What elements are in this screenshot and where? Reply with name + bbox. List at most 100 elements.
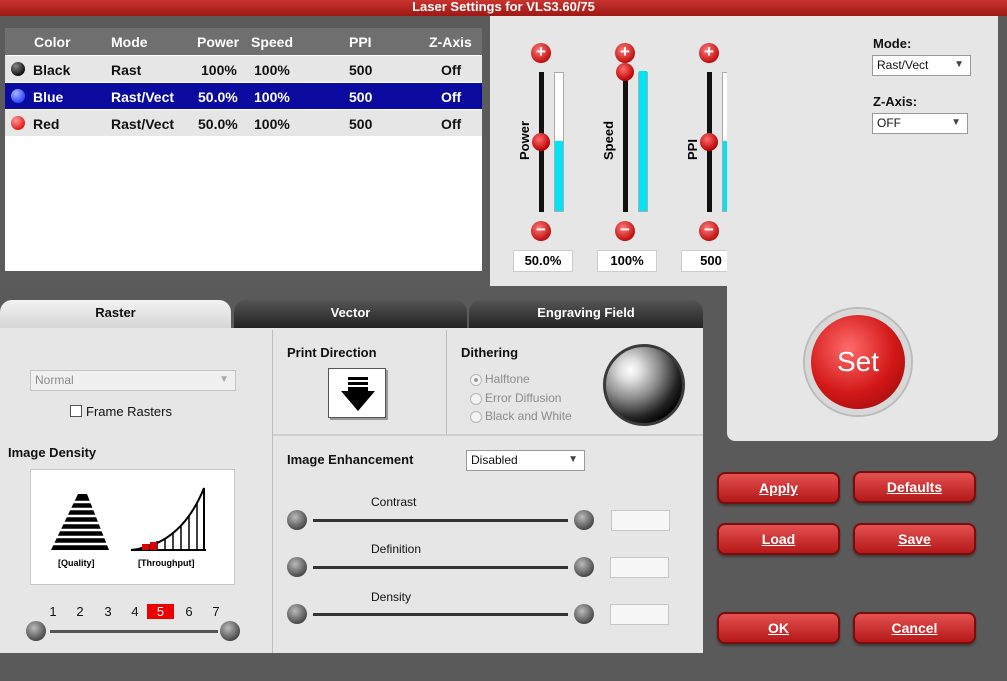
apply-button[interactable]: Apply: [717, 472, 840, 504]
row-color: Red: [33, 116, 60, 132]
slider-track[interactable]: [623, 72, 628, 212]
error-diffusion-radio[interactable]: [470, 393, 482, 405]
slider-level-fill: [639, 71, 647, 211]
density-right-knob[interactable]: [574, 604, 594, 624]
density-level-4[interactable]: 4: [126, 604, 144, 619]
row-ppi: 500: [349, 116, 373, 132]
row-mode: Rast/Vect: [111, 89, 175, 105]
definition-value-box[interactable]: [610, 557, 669, 578]
density-slider-track[interactable]: [50, 630, 218, 633]
contrast-slider[interactable]: [313, 519, 568, 522]
image-density-label: Image Density: [8, 445, 97, 460]
halftone-radio[interactable]: [470, 374, 482, 386]
plus-icon[interactable]: +: [615, 43, 635, 63]
slider-level-bar: [554, 72, 564, 212]
black-and-white-radio[interactable]: [470, 411, 482, 423]
divider: [446, 330, 447, 434]
raster-quality-select[interactable]: Normal ▼: [30, 370, 236, 391]
contrast-value-box[interactable]: [611, 510, 670, 531]
frame-rasters-checkbox[interactable]: [70, 405, 82, 417]
density-level-7[interactable]: 7: [207, 604, 225, 619]
mode-label: Mode:: [873, 36, 912, 51]
slider-label: PPI: [685, 139, 700, 160]
table-header: Color Mode Power Speed PPI Z-Axis: [5, 28, 482, 55]
contrast-left-knob[interactable]: [287, 510, 307, 530]
density-level-3[interactable]: 3: [99, 604, 117, 619]
density-preview: [Quality] [Throughput]: [30, 469, 235, 585]
print-direction-label: Print Direction: [287, 345, 377, 360]
slider-label: Speed: [601, 120, 616, 160]
throughput-label: [Throughput]: [138, 558, 195, 568]
row-color: Blue: [33, 89, 64, 105]
slider-level-bar: [638, 71, 648, 212]
definition-left-knob[interactable]: [287, 557, 307, 577]
red-dot-icon: [11, 116, 25, 130]
arrow-down-icon: [341, 377, 375, 411]
mode-select-value: Rast/Vect: [877, 58, 929, 72]
density-level-5[interactable]: 5: [147, 604, 174, 619]
dither-preview-sphere: [603, 344, 685, 426]
contrast-right-knob[interactable]: [574, 510, 594, 530]
raster-quality-value: Normal: [35, 373, 74, 387]
definition-label: Definition: [371, 542, 422, 556]
density-left-knob[interactable]: [287, 604, 307, 624]
image-enhancement-select[interactable]: Disabled ▼: [466, 450, 585, 471]
slider-knob[interactable]: [532, 133, 550, 151]
blue-dot-icon: [11, 89, 25, 103]
density-level-1[interactable]: 1: [44, 604, 62, 619]
density-level-6[interactable]: 6: [180, 604, 198, 619]
defaults-button[interactable]: Defaults: [853, 471, 976, 503]
definition-slider[interactable]: [313, 566, 568, 569]
tab-engraving-field[interactable]: Engraving Field: [469, 300, 703, 330]
row-ppi: 500: [349, 89, 373, 105]
save-button[interactable]: Save: [853, 523, 976, 555]
row-speed: 100%: [254, 62, 290, 78]
table-row[interactable]: Blue Rast/Vect 50.0% 100% 500 Off: [5, 83, 482, 109]
header-speed: Speed: [251, 34, 294, 50]
slider-knob[interactable]: [616, 63, 634, 81]
mode-select[interactable]: Rast/Vect ▼: [872, 55, 971, 76]
density-slider-left-knob[interactable]: [26, 621, 46, 641]
load-button[interactable]: Load: [717, 523, 840, 555]
minus-icon[interactable]: −: [615, 221, 635, 241]
ok-button[interactable]: OK: [717, 612, 840, 644]
window-title: Laser Settings for VLS3.60/75: [0, 0, 1007, 16]
cancel-button[interactable]: Cancel: [853, 612, 976, 644]
divider: [272, 330, 273, 653]
table-row[interactable]: Black Rast 100% 100% 500 Off: [5, 56, 482, 82]
row-zaxis: Off: [441, 62, 462, 78]
print-direction-button[interactable]: [328, 368, 386, 418]
density-level-2[interactable]: 2: [71, 604, 89, 619]
row-power: 100%: [201, 62, 237, 78]
header-color: Color: [34, 34, 71, 50]
black-and-white-label: Black and White: [485, 409, 572, 423]
row-mode: Rast/Vect: [111, 116, 175, 132]
definition-right-knob[interactable]: [574, 557, 594, 577]
row-power: 50.0%: [198, 89, 238, 105]
tab-vector[interactable]: Vector: [234, 300, 467, 330]
header-mode: Mode: [111, 34, 148, 50]
density-value-box[interactable]: [610, 604, 669, 625]
header-ppi: PPI: [349, 34, 372, 50]
zaxis-select-value: OFF: [877, 116, 901, 130]
dithering-label: Dithering: [461, 345, 519, 360]
table-row[interactable]: Red Rast/Vect 50.0% 100% 500 Off: [5, 110, 482, 136]
chevron-down-icon: ▼: [951, 117, 961, 128]
minus-icon[interactable]: −: [699, 221, 719, 241]
row-ppi: 500: [349, 62, 373, 78]
chevron-down-icon: ▼: [954, 59, 964, 70]
density-slider[interactable]: [313, 613, 568, 616]
tab-raster[interactable]: Raster: [0, 300, 231, 330]
set-button[interactable]: Set: [805, 309, 911, 415]
minus-icon[interactable]: −: [531, 221, 551, 241]
plus-icon[interactable]: +: [531, 43, 551, 63]
slider-label: Power: [517, 120, 532, 160]
zaxis-select[interactable]: OFF ▼: [872, 113, 968, 134]
black-dot-icon: [11, 62, 25, 76]
plus-icon[interactable]: +: [699, 43, 719, 63]
slider-knob[interactable]: [700, 133, 718, 151]
density-slider-right-knob[interactable]: [220, 621, 240, 641]
image-enhancement-label: Image Enhancement: [287, 452, 414, 467]
row-zaxis: Off: [441, 116, 462, 132]
frame-rasters-label: Frame Rasters: [86, 404, 172, 419]
